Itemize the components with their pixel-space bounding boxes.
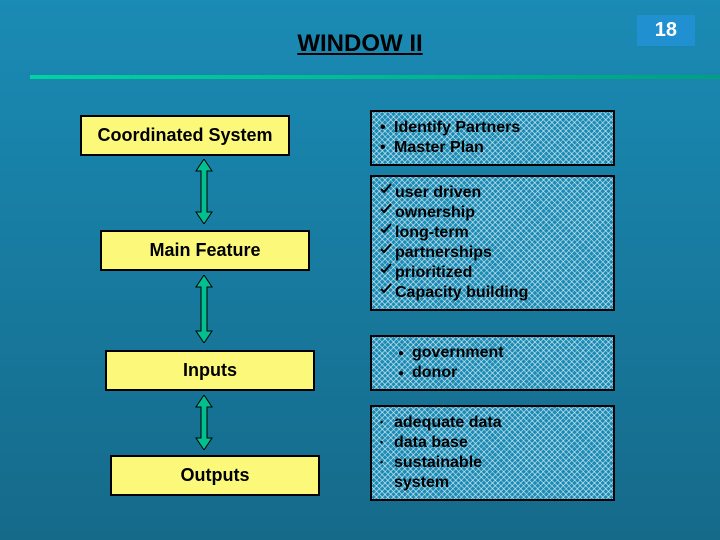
box-coordinated-system: Coordinated System xyxy=(80,115,290,156)
box-inputs: Inputs xyxy=(105,350,315,391)
page-number: 18 xyxy=(637,15,695,46)
box-main-feature: Main Feature xyxy=(100,230,310,271)
list-item: partnerships xyxy=(380,243,605,263)
list-item: sustainable xyxy=(380,453,605,473)
box-inputs-list: governmentdonor xyxy=(370,335,615,391)
list-item: Identify Partners xyxy=(380,118,605,138)
double-arrow-icon xyxy=(195,275,213,343)
list-item: government xyxy=(380,343,605,363)
list-item: user driven xyxy=(380,183,605,203)
box-outputs: Outputs xyxy=(110,455,320,496)
accent-line xyxy=(30,75,720,79)
list-item: Capacity building xyxy=(380,283,605,303)
double-arrow-icon xyxy=(195,395,213,450)
list-item: ownership xyxy=(380,203,605,223)
double-arrow-icon xyxy=(195,159,213,224)
box-features-list: user drivenownershiplong-termpartnership… xyxy=(370,175,615,311)
box-identify-master: Identify PartnersMaster Plan xyxy=(370,110,615,166)
list-item: data base xyxy=(380,433,605,453)
list-item: prioritized xyxy=(380,263,605,283)
list-item: long-term xyxy=(380,223,605,243)
list-item: adequate data xyxy=(380,413,605,433)
box-outputs-list: adequate datadata basesustainablesystem xyxy=(370,405,615,501)
list-item: donor xyxy=(380,363,605,383)
list-item: Master Plan xyxy=(380,138,605,158)
slide-title: WINDOW II xyxy=(297,30,422,58)
list-item: system xyxy=(380,473,605,493)
